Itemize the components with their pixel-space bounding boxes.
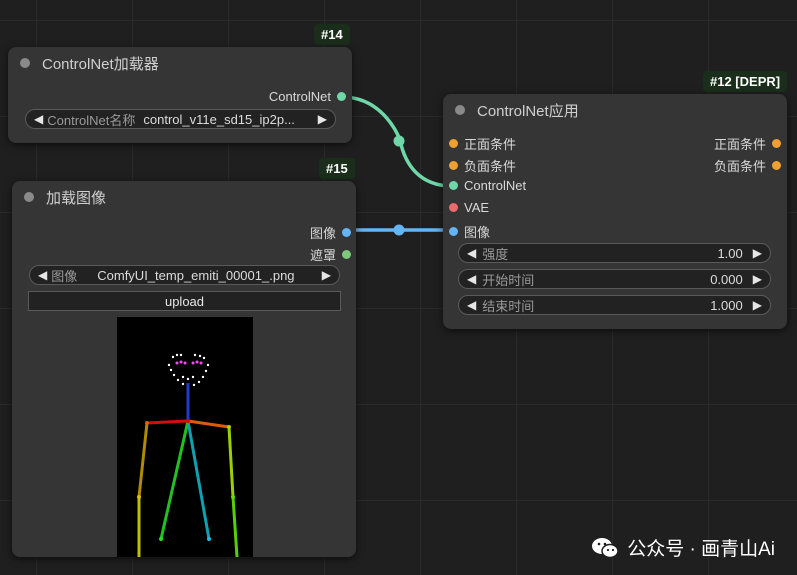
end-percent-value: 1.000 (710, 297, 743, 313)
image-output-label: 图像 (309, 226, 336, 241)
image-select-label: 图像 (51, 268, 78, 284)
input-positive-socket[interactable] (449, 139, 458, 148)
load-image-node[interactable]: 加载图像 图像 遮罩 ◀ 图像 ComfyUI_temp_emiti_00001… (12, 181, 356, 557)
image-select-value: ComfyUI_temp_emiti_00001_.png (97, 267, 295, 283)
arrow-left-icon[interactable]: ◀ (467, 246, 476, 260)
input-vae-socket[interactable] (449, 203, 458, 212)
input-positive[interactable]: 正面条件 (449, 134, 516, 153)
load-image-title: 加载图像 (46, 189, 107, 207)
input-image-label: 图像 (464, 225, 491, 240)
upload-button[interactable]: upload (28, 291, 341, 311)
mask-output-socket[interactable] (342, 250, 351, 259)
mask-output-label: 遮罩 (309, 248, 336, 263)
input-vae-label: VAE (464, 200, 490, 215)
strength-slider[interactable]: ◀ 强度 1.00 ▶ (458, 243, 771, 263)
output-negative[interactable]: 负面条件 (714, 156, 781, 175)
output-positive[interactable]: 正面条件 (714, 134, 781, 153)
wire-image-midpoint (393, 224, 405, 236)
controlnet-output[interactable]: ControlNet (269, 89, 346, 104)
collapse-dot[interactable] (20, 58, 30, 68)
wechat-icon (592, 537, 619, 558)
load-image-title-bar[interactable]: 加载图像 (12, 181, 356, 213)
controlnet-loader-node[interactable]: ControlNet加载器 ControlNet ◀ ControlNet名称 … (8, 47, 352, 143)
node12-badge: #12 [DEPR] (703, 71, 788, 92)
node15-badge: #15 (319, 158, 355, 179)
output-positive-socket[interactable] (772, 139, 781, 148)
watermark-text: 公众号 · 画青山Ai (627, 539, 775, 560)
mask-output[interactable]: 遮罩 (310, 245, 351, 264)
input-negative-label: 负面条件 (464, 159, 517, 174)
controlnet-apply-title-bar[interactable]: ControlNet应用 (443, 94, 787, 126)
output-positive-label: 正面条件 (713, 137, 766, 152)
face-keypoints (167, 353, 210, 388)
watermark: 公众号 · 画青山Ai (591, 534, 775, 561)
output-negative-label: 负面条件 (713, 159, 766, 174)
arrow-right-icon[interactable]: ▶ (322, 268, 331, 282)
start-percent-label: 开始时间 (482, 272, 535, 288)
arrow-left-icon[interactable]: ◀ (467, 272, 476, 286)
input-controlnet-socket[interactable] (449, 181, 458, 190)
shoulder-left (187, 419, 230, 429)
arrow-right-icon[interactable]: ▶ (753, 298, 762, 312)
image-output-socket[interactable] (342, 228, 351, 237)
arrow-left-icon[interactable]: ◀ (34, 112, 43, 126)
output-negative-socket[interactable] (772, 161, 781, 170)
input-vae[interactable]: VAE (449, 200, 489, 215)
controlnet-name-value: control_v11e_sd15_ip2p... (143, 111, 295, 127)
image-select[interactable]: ◀ 图像 ComfyUI_temp_emiti_00001_.png ▶ (29, 265, 340, 285)
image-output[interactable]: 图像 (310, 223, 351, 242)
input-controlnet[interactable]: ControlNet (449, 178, 526, 193)
start-percent-slider[interactable]: ◀ 开始时间 0.000 ▶ (458, 269, 771, 289)
joint-keypoints (137, 419, 235, 541)
node14-badge: #14 (314, 24, 350, 45)
strength-value: 1.00 (717, 245, 743, 261)
start-percent-value: 0.000 (710, 271, 743, 287)
controlnet-apply-node[interactable]: ControlNet应用 正面条件 负面条件 ControlNet VAE 图像… (443, 94, 787, 329)
controlnet-output-label: ControlNet (268, 89, 331, 104)
input-controlnet-label: ControlNet (464, 178, 527, 193)
controlnet-output-socket[interactable] (337, 92, 346, 101)
controlnet-loader-title-bar[interactable]: ControlNet加载器 (8, 47, 352, 79)
leg-right (159, 420, 190, 540)
controlnet-name-select[interactable]: ◀ ControlNet名称 control_v11e_sd15_ip2p...… (25, 109, 336, 129)
collapse-dot[interactable] (455, 105, 465, 115)
arrow-right-icon[interactable]: ▶ (753, 246, 762, 260)
input-negative[interactable]: 负面条件 (449, 156, 516, 175)
controlnet-apply-title: ControlNet应用 (477, 102, 579, 120)
collapse-dot[interactable] (24, 192, 34, 202)
end-percent-label: 结束时间 (482, 298, 535, 314)
input-positive-label: 正面条件 (464, 137, 517, 152)
shoulder-right (146, 419, 189, 425)
arm-left-lower (231, 496, 239, 557)
leg-left (186, 420, 211, 540)
wire-controlnet-midpoint (393, 135, 405, 147)
arm-right-upper (137, 422, 149, 498)
input-image[interactable]: 图像 (449, 222, 490, 241)
arrow-left-icon[interactable]: ◀ (467, 298, 476, 312)
input-negative-socket[interactable] (449, 161, 458, 170)
arrow-right-icon[interactable]: ▶ (753, 272, 762, 286)
end-percent-slider[interactable]: ◀ 结束时间 1.000 ▶ (458, 295, 771, 315)
arm-left-upper (227, 426, 235, 498)
arrow-left-icon[interactable]: ◀ (38, 268, 47, 282)
strength-label: 强度 (482, 246, 509, 262)
arrow-right-icon[interactable]: ▶ (318, 112, 327, 126)
controlnet-name-label: ControlNet名称 (47, 112, 136, 128)
pose-preview-image (117, 317, 253, 557)
input-image-socket[interactable] (449, 227, 458, 236)
eye-keypoints (175, 360, 203, 365)
controlnet-loader-title: ControlNet加载器 (42, 55, 159, 73)
